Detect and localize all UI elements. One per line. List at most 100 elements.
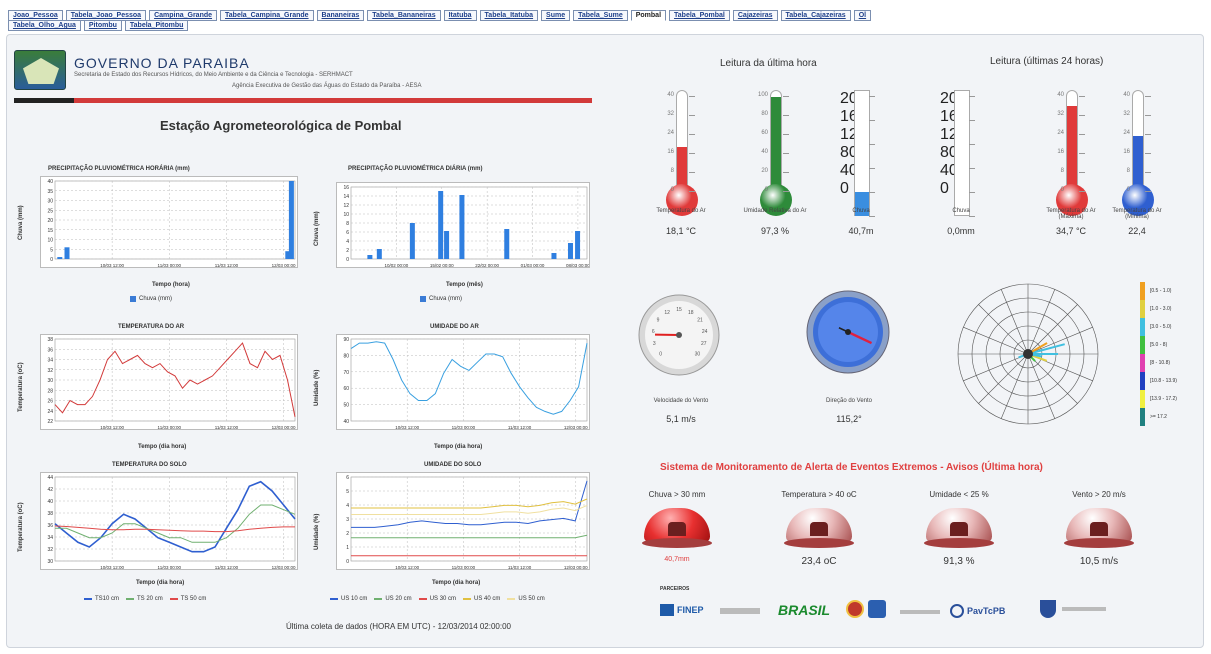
meter-tick [969, 216, 975, 217]
x-tick-label: 11/03 00:00 [158, 565, 182, 570]
wind-legend-swatch [1140, 372, 1145, 390]
meter-tick [969, 120, 975, 121]
tab-tabela-campina-grande[interactable]: Tabela_Campina_Grande [220, 10, 314, 21]
wind-legend-swatch [1140, 354, 1145, 372]
alert-value: 23,4 oC [801, 556, 837, 567]
tab-itatuba[interactable]: Itatuba [443, 10, 477, 21]
meter-scale-label: 0 [1060, 187, 1064, 193]
meter-tick [1145, 115, 1151, 116]
meter-tick [783, 172, 789, 173]
meter-tick [969, 96, 975, 97]
meter-scale-label: 16 [667, 149, 674, 155]
meter-tick [869, 192, 875, 193]
y-tick-label: 15 [47, 228, 53, 234]
y-tick-label: 80 [343, 353, 349, 359]
wind-direction-gauge [806, 290, 890, 374]
meter-tick [1145, 172, 1151, 173]
tab-ol[interactable]: Ol [853, 10, 872, 21]
tab-tabela-bananeiras[interactable]: Tabela_Bananeiras [367, 10, 441, 21]
tab-tabela-olho-agua[interactable]: Tabela_Olho_Agua [8, 20, 81, 31]
meter-caption: Temperatura do Ar (Máxima) [1046, 208, 1096, 220]
y-tick-label: 0 [50, 257, 53, 263]
x-tick-label: 11/03 00:00 [452, 565, 476, 570]
meter-scale-label: 24 [667, 130, 674, 136]
legend-line [418, 598, 427, 600]
chart-soil-humidity-legend: US 10 cm US 20 cm US 30 cm US 40 cm US 50 cm [330, 596, 549, 602]
meter-value: 34,7 °C [1055, 226, 1087, 236]
tab-tabela-cajazeiras[interactable]: Tabela_Cajazeiras [780, 10, 851, 21]
chart-daily-rain-title: PRECIPITAÇÃO PLUVIOMÉTRICA DIÁRIA (mm) [348, 166, 483, 172]
gov-subtitle-2: Agência Executiva de Gestão das Águas do… [232, 83, 422, 89]
x-tick-label: 15/02 00:00 [430, 263, 454, 268]
chart-air-temp: 38 36 34 32 30 28 26 24 22 10/03 12:00 11/03 00:00… [40, 334, 298, 430]
meter-tick [1079, 153, 1085, 154]
tab-sume[interactable]: Sume [541, 10, 571, 21]
meter-tick [1079, 96, 1085, 97]
legend-line [463, 598, 472, 600]
y-tick-label: 40 [343, 419, 349, 425]
chart-soil-temp-legend: TS10 cm TS 20 cm TS 50 cm [84, 596, 210, 602]
bar [575, 231, 581, 259]
meter-tick [869, 216, 875, 217]
y-tick-label: 0 [346, 559, 349, 565]
chart-soil-temp-ylabel: Temperatura (oC) [18, 502, 24, 552]
tab-tabela-sume[interactable]: Tabela_Sume [573, 10, 628, 21]
tab-tabela-pitombu[interactable]: Tabela_Pitombu [124, 20, 189, 31]
wind-speed-caption: Velocidade do Vento [653, 398, 709, 404]
x-tick-label: 10/03 12:00 [100, 263, 124, 268]
alert-caption: Chuva > 30 mm [648, 490, 706, 499]
wind-legend-item: [1.0 - 3.0) [1140, 300, 1190, 318]
meter-scale-label: 20 [761, 168, 768, 174]
x-tick-label: 22/02 00:00 [475, 263, 499, 268]
y-tick-label: 6 [346, 230, 349, 236]
legend-line [330, 598, 338, 600]
y-tick-label: 10 [343, 212, 349, 218]
y-tick-label: 34 [47, 358, 53, 364]
alert-caption: Umidade < 25 % [929, 490, 989, 499]
meter-tick [783, 115, 789, 116]
y-tick-label: 24 [47, 409, 53, 415]
meter-scale-label: 100 [757, 92, 768, 98]
tab-tabela-itatuba[interactable]: Tabela_Itatuba [479, 10, 539, 21]
tab-pombal[interactable]: Pombal [630, 10, 667, 21]
partner-logo-text-small [900, 610, 940, 614]
tab-row-2: Tabela_Olho_Agua Pitombu Tabela_Pitombu [8, 20, 191, 31]
legend-label: US 40 cm [474, 596, 501, 602]
chart-hourly-rain-legend: Chuva (mm) [130, 296, 172, 302]
tab-pitombu[interactable]: Pitombu [83, 20, 122, 31]
x-tick-label: 11/03 12:00 [215, 425, 239, 430]
legend-label: TS 20 cm [137, 596, 163, 602]
y-tick-label: 2 [346, 248, 349, 254]
meter-tick [869, 168, 875, 169]
meter-caption: Chuva [852, 208, 870, 214]
tab-cajazeiras[interactable]: Cajazeiras [732, 10, 778, 21]
last-24h-title: Leitura (últimas 24 horas) [990, 56, 1104, 67]
brasil-logo-text: BRASIL [778, 602, 831, 618]
chart-hourly-rain-title: PRECIPITAÇÃO PLUVIOMÉTRICA HORÁRIA (mm) [48, 166, 190, 172]
bar [551, 253, 557, 259]
bar [444, 231, 450, 259]
legend-line [84, 598, 92, 600]
tab-tabela-pombal[interactable]: Tabela_Pombal [669, 10, 730, 21]
legend-label: US 30 cm [429, 596, 457, 602]
meter-tick [1079, 172, 1085, 173]
y-tick-label: 5 [50, 247, 53, 253]
legend-line [126, 598, 135, 600]
meter-scale-label: 40 [1123, 92, 1130, 98]
meter-fill [1067, 106, 1077, 194]
y-tick-label: 36 [47, 347, 53, 353]
hour-meter-0: 40 32 24 16 8 0 [660, 90, 704, 220]
alert-lamp-1 [784, 508, 854, 548]
wind-legend-swatch [1140, 300, 1145, 318]
chart-air-humidity-xlabel: Tempo (dia hora) [434, 444, 483, 450]
brasil-logo: BRASIL [778, 602, 830, 618]
gauge-tick-label: 24 [702, 329, 708, 335]
header-divider-black [14, 98, 74, 103]
y-tick-label: 32 [47, 368, 53, 374]
wind-legend-item: [0.5 - 1.0) [1140, 282, 1190, 300]
meter-scale-label: 0 [1126, 187, 1130, 193]
tab-bananeiras[interactable]: Bananeiras [316, 10, 365, 21]
alert-lamp-0 [642, 508, 712, 548]
y-tick-label: 42 [47, 487, 53, 493]
x-tick-label: 10/03 12:00 [395, 425, 419, 430]
